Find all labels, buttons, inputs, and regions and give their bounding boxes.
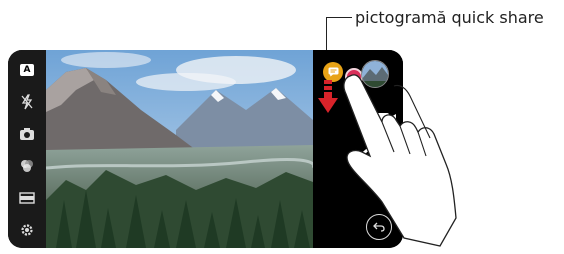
filter-icon[interactable] bbox=[15, 156, 39, 176]
flash-off-icon[interactable] bbox=[15, 92, 39, 112]
left-toolbar: A bbox=[8, 50, 46, 248]
quick-share-callout-label: pictogramă quick share bbox=[355, 8, 544, 27]
settings-gear-icon[interactable] bbox=[15, 220, 39, 240]
aspect-ratio-icon[interactable] bbox=[15, 188, 39, 208]
camera-viewfinder[interactable] bbox=[46, 50, 313, 248]
hand-gesture-illustration bbox=[330, 68, 460, 254]
callout-leader-line bbox=[326, 17, 352, 18]
auto-mode-icon[interactable]: A bbox=[15, 60, 39, 80]
switch-camera-icon[interactable] bbox=[15, 124, 39, 144]
